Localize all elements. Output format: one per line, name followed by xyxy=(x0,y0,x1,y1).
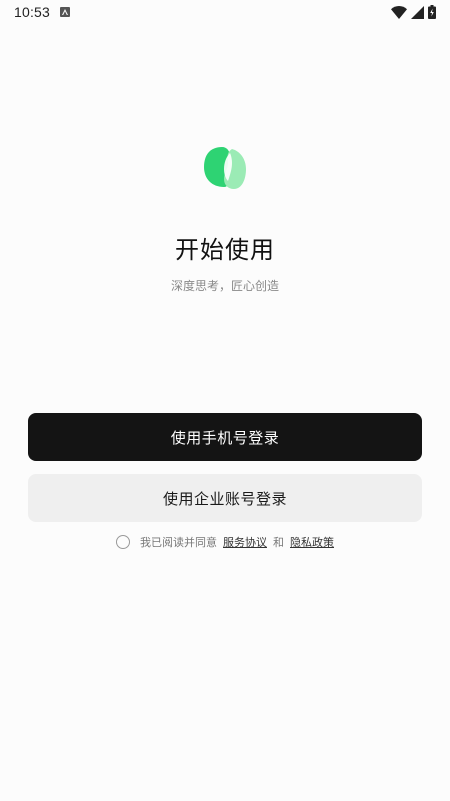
status-time: 10:53 xyxy=(14,4,51,20)
agreement-row: 我已阅读并同意 服务协议 和 隐私政策 xyxy=(0,534,450,550)
page-title: 开始使用 xyxy=(175,236,275,264)
app-logo-icon xyxy=(204,147,246,189)
phone-login-button[interactable]: 使用手机号登录 xyxy=(28,413,422,461)
agreement-checkbox[interactable] xyxy=(116,535,130,549)
enterprise-login-button[interactable]: 使用企业账号登录 xyxy=(28,474,422,522)
login-screen: 10:53 开始使用 深度思考，匠心创造 使用手机号登录 使用企业账号登录 我已… xyxy=(0,0,450,801)
privacy-link[interactable]: 隐私政策 xyxy=(290,534,334,550)
page-subtitle: 深度思考，匠心创造 xyxy=(170,279,279,293)
notification-icon xyxy=(60,7,71,17)
signal-icon xyxy=(411,5,424,19)
wifi-icon xyxy=(391,5,407,19)
agreement-conjunction: 和 xyxy=(273,536,284,549)
agreement-prefix: 我已阅读并同意 xyxy=(140,536,217,549)
battery-charging-icon xyxy=(428,5,436,19)
status-bar: 10:53 xyxy=(0,0,450,24)
terms-link[interactable]: 服务协议 xyxy=(223,534,267,550)
